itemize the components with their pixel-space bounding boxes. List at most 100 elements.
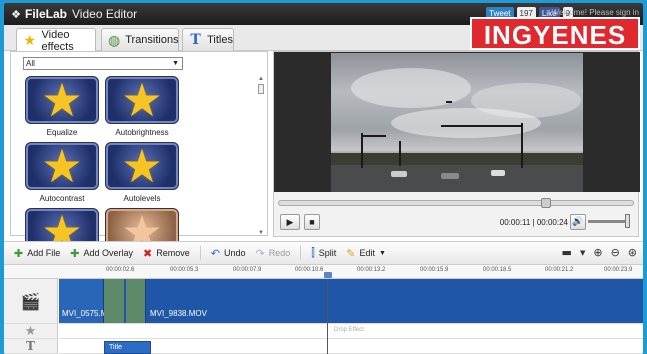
title-icon: T — [26, 339, 35, 353]
titles-track[interactable]: Title — [59, 339, 643, 354]
chevron-down-icon[interactable]: ▼ — [580, 249, 585, 257]
add-file-icon: ✚ — [14, 246, 24, 260]
split-button[interactable]: ⫿ Split — [311, 246, 336, 260]
ruler-label: 00:00:13.2 — [357, 267, 386, 273]
volume-handle[interactable] — [625, 214, 630, 228]
undo-button[interactable]: ↶ Undo — [211, 247, 246, 260]
logo-text: FileLab — [25, 7, 68, 21]
undo-icon: ↶ — [210, 246, 220, 260]
drop-effect-hint: Drop Effect — [334, 327, 364, 333]
effect-equalize[interactable]: ★ Equalize — [23, 76, 101, 137]
button-label: Add File — [27, 248, 61, 258]
title-clip[interactable]: Title — [104, 341, 151, 354]
stop-button[interactable]: ■ — [304, 214, 320, 230]
tab-label: Titles — [207, 34, 233, 46]
effect-label: Equalize — [46, 128, 78, 137]
effect-label: Autocontrast — [39, 194, 85, 203]
ruler-label: 00:00:05.3 — [170, 267, 199, 273]
zoom-out-icon[interactable]: ⊖ — [611, 246, 620, 259]
titles-track-header: T — [4, 339, 58, 354]
play-icon: ▶ — [286, 216, 294, 227]
timecode: 00:00:11 | 00:00:24 — [499, 218, 568, 227]
toolbar-divider — [300, 246, 302, 260]
zoom-in-icon[interactable]: ⊕ — [593, 246, 602, 259]
speaker-icon: 🔊 — [572, 217, 584, 227]
effects-filter-select[interactable]: All ▼ — [23, 57, 183, 70]
video-frame — [331, 53, 583, 192]
tab-label: Transitions — [125, 34, 179, 46]
filelab-logo-icon: ❖ — [11, 7, 21, 21]
transition-block[interactable] — [104, 279, 124, 323]
video-clip[interactable]: MVI_0575.M — [59, 279, 107, 323]
add-overlay-button[interactable]: ✚ Add Overlay — [70, 247, 133, 260]
scrollbar-thumb[interactable] — [258, 84, 264, 94]
video-editor-window: ❖ FileLab Video Editor Tweet 197 Like 9 … — [4, 3, 643, 354]
add-file-button[interactable]: ✚ Add File — [14, 247, 60, 260]
effects-scrollbar[interactable]: ▲ ▼ — [257, 76, 265, 236]
toolbar-divider — [199, 246, 201, 260]
remove-button[interactable]: ✖ Remove — [143, 247, 190, 260]
effects-track[interactable]: Drop Effect — [59, 324, 643, 339]
ruler-label: 00:00:10.6 — [295, 267, 324, 273]
star-icon: ★ — [41, 73, 83, 127]
effect-thumbnail: ★ — [105, 76, 179, 124]
clip-label: MVI_9838.MOV — [150, 309, 207, 318]
seek-bar[interactable] — [278, 198, 634, 208]
app-name: Video Editor — [72, 7, 138, 21]
zoom-fit-icon[interactable]: ⊛ — [628, 246, 637, 259]
display-icon[interactable]: ▬ — [562, 246, 572, 259]
ruler-label: 00:00:07.9 — [233, 267, 262, 273]
seek-handle[interactable] — [541, 198, 551, 208]
chevron-down-icon: ▼ — [172, 60, 179, 67]
tab-label: Video effects — [41, 28, 74, 53]
effects-panel: All ▼ ★ Equalize ★ Autobrightness ★ Auto… — [10, 51, 268, 256]
ruler-label: 00:00:21.2 — [545, 267, 574, 273]
scroll-up-icon[interactable]: ▲ — [257, 76, 265, 82]
button-label: Redo — [268, 248, 291, 258]
playhead-handle[interactable] — [324, 272, 332, 278]
effect-thumbnail: ★ — [105, 142, 179, 190]
ruler-label: 00:00:02.6 — [106, 267, 135, 273]
button-label: Undo — [223, 248, 246, 258]
titles-icon: T — [190, 32, 201, 48]
ruler-label: 00:00:18.5 — [483, 267, 512, 273]
button-label: Remove — [156, 248, 190, 258]
filter-value: All — [26, 59, 35, 68]
ruler-label: 00:00:15.9 — [420, 267, 449, 273]
transition-block[interactable] — [126, 279, 146, 323]
video-track-header: 🎬 — [4, 279, 58, 324]
star-icon: ★ — [23, 32, 37, 48]
star-icon: ★ — [121, 73, 163, 127]
tab-transitions[interactable]: ◍ Transitions — [101, 28, 179, 51]
timeline-ruler[interactable]: 00:00:02.6 00:00:05.3 00:00:07.9 00:00:1… — [4, 265, 643, 279]
stop-icon: ■ — [309, 217, 315, 227]
play-button[interactable]: ▶ — [280, 214, 300, 230]
chevron-down-icon: ▼ — [378, 249, 386, 257]
scroll-down-icon[interactable]: ▼ — [258, 230, 264, 236]
effect-autocontrast[interactable]: ★ Autocontrast — [23, 142, 101, 203]
redo-button[interactable]: ↷ Redo — [255, 247, 290, 260]
tab-video-effects[interactable]: ★ Video effects — [16, 28, 96, 53]
tab-titles[interactable]: T Titles — [182, 28, 234, 51]
mute-button[interactable]: 🔊 — [570, 214, 586, 230]
edit-button[interactable]: ✎ Edit ▼ — [346, 247, 386, 260]
star-icon: ★ — [121, 139, 163, 193]
preview-panel: ▶ ■ 00:00:11 | 00:00:24 🔊 — [273, 51, 640, 237]
split-icon: ⫿ — [311, 246, 315, 259]
effect-autobrightness[interactable]: ★ Autobrightness — [103, 76, 181, 137]
transitions-icon: ◍ — [108, 31, 121, 48]
video-track: MVI_0575.M MVI_9838.MOV — [59, 279, 643, 324]
ruler-label: 00:00:23.9 — [604, 267, 633, 273]
volume-slider[interactable] — [588, 214, 630, 228]
add-overlay-icon: ✚ — [70, 246, 80, 260]
button-label: Add Overlay — [83, 248, 133, 258]
effects-track-header: ★ — [4, 324, 58, 339]
effect-thumbnail: ★ — [25, 76, 99, 124]
effect-label: Autobrightness — [115, 128, 169, 137]
button-label: Edit — [359, 248, 375, 258]
video-preview — [274, 52, 640, 192]
video-clip[interactable]: MVI_9838.MOV — [147, 279, 643, 323]
signin-link[interactable]: Welcome! Please sign in — [552, 8, 639, 17]
effect-autolevels[interactable]: ★ Autolevels — [103, 142, 181, 203]
remove-icon: ✖ — [143, 246, 153, 260]
